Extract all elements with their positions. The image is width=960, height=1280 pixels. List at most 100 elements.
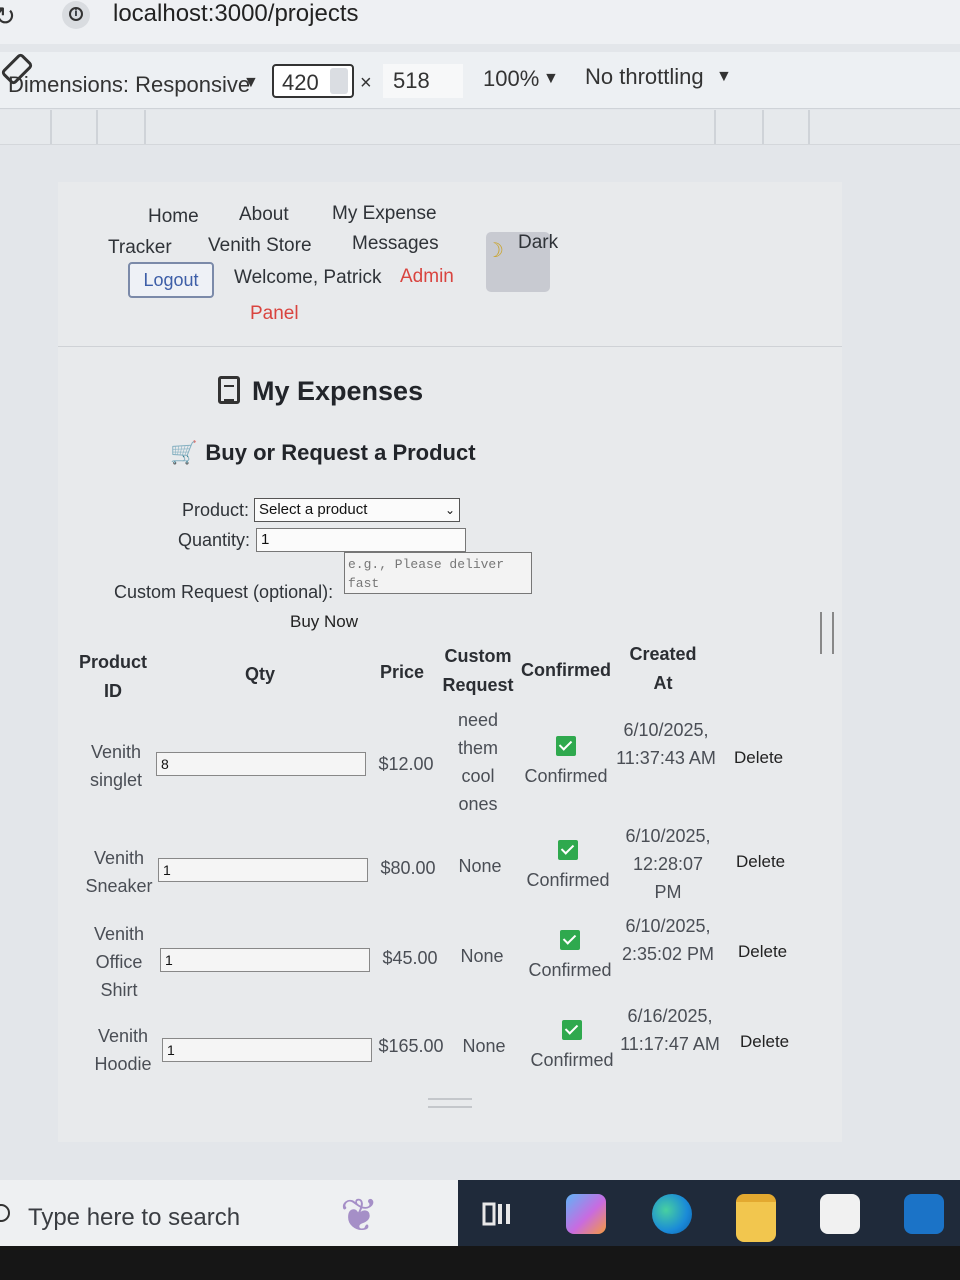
cell-confirmed: Confirmed <box>528 960 612 980</box>
nav-home[interactable]: Home <box>148 206 199 228</box>
spinner-icon[interactable] <box>330 68 348 94</box>
nav-messages[interactable]: Messages <box>352 233 439 255</box>
cell-confirmed: Confirmed <box>526 870 610 890</box>
delete-button[interactable]: Delete <box>740 1032 789 1052</box>
cell-product: Venith Hoodie <box>94 1026 152 1074</box>
viewport-side-handle[interactable] <box>820 612 834 654</box>
screen-bezel <box>0 1246 960 1280</box>
quantity-label: Quantity: <box>178 530 251 550</box>
cell-price: $165.00 <box>378 1036 444 1056</box>
delete-button[interactable]: Delete <box>738 942 787 962</box>
custom-request-textarea[interactable]: e.g., Please deliver fast <box>344 552 532 594</box>
cell-custom-request: None <box>458 856 502 876</box>
taskbar: Type here to search ❦ <box>0 1180 960 1246</box>
divider <box>58 346 842 347</box>
header-text: Created <box>629 644 697 664</box>
row-qty-input[interactable]: 8 <box>156 752 366 776</box>
section-title: Buy or Request a Product <box>205 440 476 465</box>
cell-price: $45.00 <box>382 948 438 968</box>
task-view-icon[interactable] <box>478 1194 518 1234</box>
cell-created-at: 6/10/2025, 11:37:43 AM <box>616 720 716 768</box>
store-icon[interactable] <box>820 1194 860 1234</box>
scroll-icon <box>218 376 240 404</box>
header-text: Custom <box>444 646 512 666</box>
cell-product: Venith Sneaker <box>85 848 153 896</box>
confirmed-checkbox[interactable] <box>558 840 578 860</box>
dark-mode-toggle[interactable]: ☽ Dark <box>486 232 558 292</box>
col-qty: Qty <box>244 664 275 684</box>
caret-down-icon[interactable]: ▼ <box>716 68 732 86</box>
url-text[interactable]: localhost:3000/projects <box>113 0 358 28</box>
height-input[interactable]: 518 <box>383 64 463 98</box>
times-sign: × <box>360 72 372 94</box>
dark-label: Dark <box>518 232 559 253</box>
nav-tracker[interactable]: Tracker <box>108 237 172 259</box>
cell-price: $80.00 <box>380 858 436 878</box>
dimensions-dropdown[interactable]: Dimensions: Responsive <box>8 72 250 98</box>
logout-button[interactable]: Logout <box>128 262 214 298</box>
cell-custom-request: None <box>460 946 504 966</box>
delete-button[interactable]: Delete <box>734 748 783 768</box>
cell-custom-request: need them cool ones <box>457 710 499 814</box>
row-qty-input[interactable]: 1 <box>160 948 370 972</box>
confirmed-checkbox[interactable] <box>562 1020 582 1040</box>
col-price: Price <box>379 662 425 682</box>
cell-product: Venith singlet <box>89 742 143 790</box>
taskbar-search[interactable]: Type here to search ❦ <box>0 1180 458 1246</box>
page-title-wrap: My Expenses <box>218 376 423 407</box>
cell-custom-request: None <box>462 1036 506 1056</box>
search-input[interactable]: Type here to search <box>28 1204 240 1232</box>
row-qty-input[interactable]: 1 <box>162 1038 372 1062</box>
devtools-device-toolbar: Dimensions: Responsive ▼ 420 × 518 100% … <box>0 52 960 109</box>
page-viewport: Home About My Expense Tracker Venith Sto… <box>58 182 842 1142</box>
nav-my-expense[interactable]: My Expense <box>332 203 437 225</box>
cell-created-at: 6/10/2025, 2:35:02 PM <box>621 916 715 964</box>
edge-icon[interactable] <box>652 1194 692 1234</box>
buy-now-button[interactable]: Buy Now <box>290 612 358 632</box>
nav-about[interactable]: About <box>239 204 289 226</box>
outlook-icon[interactable] <box>904 1194 944 1234</box>
product-select-value: Select a product <box>259 501 368 518</box>
col-product-id: Product ID <box>76 648 150 706</box>
custom-request-label: Custom Request (optional): <box>114 582 334 602</box>
browser-address-bar: ↻ i localhost:3000/projects <box>0 0 960 44</box>
cell-confirmed: Confirmed <box>524 766 608 786</box>
resize-handle[interactable] <box>428 1098 472 1108</box>
col-created-at: Created At <box>623 640 703 698</box>
zoom-dropdown[interactable]: 100% <box>483 66 539 92</box>
site-info-icon[interactable]: i <box>62 1 90 29</box>
height-value: 518 <box>393 68 430 93</box>
page-title: My Expenses <box>252 376 424 406</box>
butterfly-icon: ❦ <box>340 1188 379 1242</box>
caret-down-icon[interactable]: ▼ <box>543 70 559 88</box>
throttling-dropdown[interactable]: No throttling <box>585 64 704 90</box>
cell-created-at: 6/16/2025, 11:17:47 AM <box>620 1006 720 1054</box>
search-icon <box>0 1204 10 1222</box>
chevron-down-icon: ⌄ <box>444 503 455 517</box>
reload-icon[interactable]: ↻ <box>0 2 16 32</box>
cart-icon: 🛒 <box>170 441 198 466</box>
cell-confirmed: Confirmed <box>530 1050 614 1070</box>
cell-price: $12.00 <box>378 754 434 774</box>
quantity-input[interactable]: 1 <box>256 528 466 552</box>
row-qty-input[interactable]: 1 <box>158 858 368 882</box>
section-title-wrap: 🛒 Buy or Request a Product <box>170 440 476 466</box>
moon-icon: ☽ <box>486 238 504 262</box>
header-text: Request <box>442 675 514 695</box>
width-value: 420 <box>282 70 319 95</box>
nav-panel[interactable]: Panel <box>250 303 299 325</box>
caret-down-icon[interactable]: ▼ <box>243 74 259 92</box>
product-select[interactable]: Select a product ⌄ <box>254 498 460 522</box>
file-explorer-icon[interactable] <box>736 1194 776 1242</box>
width-input[interactable]: 420 <box>272 64 354 98</box>
copilot-icon[interactable] <box>566 1194 606 1234</box>
cell-created-at: 6/10/2025, 12:28:07 PM <box>625 826 711 902</box>
nav-venith-store[interactable]: Venith Store <box>208 235 312 257</box>
nav-admin[interactable]: Admin <box>400 266 454 288</box>
confirmed-checkbox[interactable] <box>556 736 576 756</box>
confirmed-checkbox[interactable] <box>560 930 580 950</box>
header-text: ID <box>104 681 122 701</box>
delete-button[interactable]: Delete <box>736 852 785 872</box>
welcome-text: Welcome, Patrick <box>234 267 382 288</box>
header-text: At <box>653 673 673 693</box>
